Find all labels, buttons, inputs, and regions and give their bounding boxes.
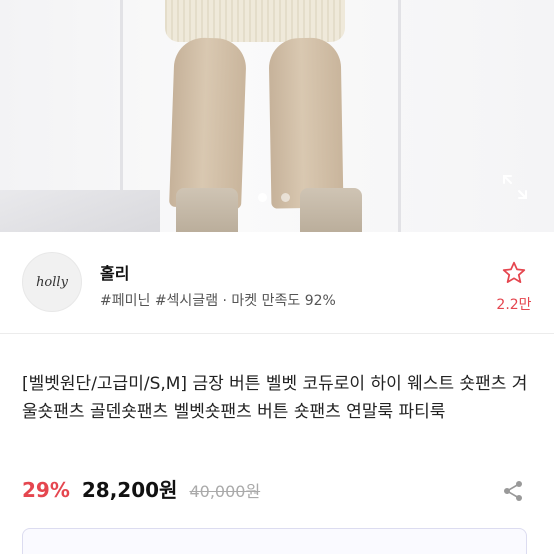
boot-graphic xyxy=(176,188,238,232)
gallery-dot[interactable] xyxy=(258,193,267,202)
product-image[interactable] xyxy=(0,0,554,232)
favorite-count: 2.2만 xyxy=(496,297,532,313)
gallery-dots xyxy=(258,193,290,202)
leg-graphic xyxy=(169,36,247,210)
avatar-logo-text: holly xyxy=(36,274,68,290)
favorite-button[interactable]: 2.2만 xyxy=(494,260,534,314)
seller-name[interactable]: 홀리 xyxy=(100,260,129,284)
seller-tags: #페미닌 #섹시글램 · 마켓 만족도 92% xyxy=(100,293,336,309)
sale-price: 28,200원 xyxy=(81,478,178,502)
star-icon xyxy=(502,261,526,283)
boot-graphic xyxy=(300,188,362,232)
discount-rate: 29% xyxy=(22,478,70,502)
wall-line xyxy=(398,0,401,232)
seller-avatar[interactable]: holly xyxy=(22,252,82,312)
expand-icon[interactable] xyxy=(500,172,530,202)
shorts-graphic xyxy=(165,0,345,42)
product-title: [벨벳원단/고급미/S,M] 금장 버튼 벨벳 코듀로이 하이 웨스트 숏팬츠 … xyxy=(22,374,528,422)
original-price: 40,000원 xyxy=(189,482,261,501)
divider xyxy=(0,333,554,334)
coupon-card[interactable] xyxy=(22,528,527,554)
floor xyxy=(0,190,160,232)
seller-row[interactable]: holly 홀리 #페미닌 #섹시글램 · 마켓 만족도 92% 2.2만 xyxy=(0,232,554,332)
share-icon[interactable] xyxy=(502,480,524,502)
leg-graphic xyxy=(268,37,344,209)
gallery-dot[interactable] xyxy=(281,193,290,202)
price-row: 29% 28,200원 40,000원 xyxy=(22,474,260,503)
